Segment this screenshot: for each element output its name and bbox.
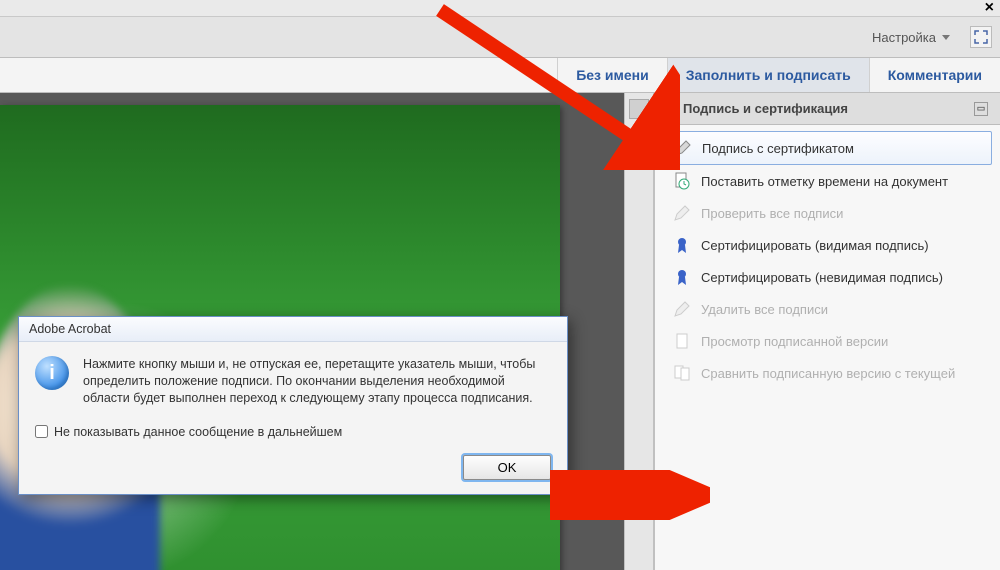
right-tools-panel: Подпись и сертификация ▭ Подпись с серти… bbox=[654, 93, 1000, 570]
delete-pen-icon bbox=[673, 300, 691, 318]
ribbon-visible-icon bbox=[673, 236, 691, 254]
panel-item-label: Сертифицировать (видимая подпись) bbox=[701, 238, 929, 253]
panel-list: Подпись с сертификатом Поставить отметку… bbox=[655, 125, 1000, 395]
tools-tabs: Без имени Заполнить и подписать Коммента… bbox=[0, 58, 1000, 93]
side-icon-strip bbox=[624, 93, 654, 570]
document-view-icon bbox=[673, 332, 691, 350]
panel-item-timestamp[interactable]: Поставить отметку времени на документ bbox=[663, 165, 992, 197]
panel-item-label: Подпись с сертификатом bbox=[702, 141, 854, 156]
caret-down-icon bbox=[942, 35, 950, 40]
strip-icon-1[interactable] bbox=[629, 99, 649, 119]
panel-item-label: Удалить все подписи bbox=[701, 302, 828, 317]
panel-item-compare-signed: Сравнить подписанную версию с текущей bbox=[663, 357, 992, 389]
dialog-message: Нажмите кнопку мыши и, не отпуская ее, п… bbox=[83, 356, 551, 407]
top-toolbar: Настройка bbox=[0, 17, 1000, 58]
panel-item-label: Просмотр подписанной версии bbox=[701, 334, 888, 349]
verify-pen-icon bbox=[673, 204, 691, 222]
tab-fill-and-sign[interactable]: Заполнить и подписать bbox=[667, 58, 869, 92]
pen-icon bbox=[674, 139, 692, 157]
tab-comments[interactable]: Комментарии bbox=[869, 58, 1000, 92]
tab-unnamed[interactable]: Без имени bbox=[557, 58, 667, 92]
panel-header[interactable]: Подпись и сертификация ▭ bbox=[655, 93, 1000, 125]
panel-item-certify-invisible[interactable]: Сертифицировать (невидимая подпись) bbox=[663, 261, 992, 293]
chevron-down-icon bbox=[667, 106, 677, 111]
dont-show-label: Не показывать данное сообщение в дальней… bbox=[54, 425, 342, 439]
info-icon: i bbox=[35, 356, 69, 390]
close-icon[interactable]: × bbox=[985, 0, 994, 17]
settings-dropdown[interactable]: Настройка bbox=[862, 26, 960, 49]
panel-item-label: Поставить отметку времени на документ bbox=[701, 174, 948, 189]
fullscreen-button[interactable] bbox=[970, 26, 992, 48]
document-compare-icon bbox=[673, 364, 691, 382]
dont-show-checkbox[interactable] bbox=[35, 425, 48, 438]
panel-expand-icon[interactable]: ▭ bbox=[974, 102, 988, 116]
panel-item-delete-signatures: Удалить все подписи bbox=[663, 293, 992, 325]
panel-item-verify-all: Проверить все подписи bbox=[663, 197, 992, 229]
panel-item-certify-visible[interactable]: Сертифицировать (видимая подпись) bbox=[663, 229, 992, 261]
dialog-title: Adobe Acrobat bbox=[19, 317, 567, 342]
panel-item-label: Сравнить подписанную версию с текущей bbox=[701, 366, 955, 381]
dialog-dont-show-again[interactable]: Не показывать данное сообщение в дальней… bbox=[19, 417, 567, 445]
ribbon-invisible-icon bbox=[673, 268, 691, 286]
settings-label: Настройка bbox=[872, 30, 936, 45]
panel-header-label: Подпись и сертификация bbox=[683, 101, 848, 116]
panel-item-label: Сертифицировать (невидимая подпись) bbox=[701, 270, 943, 285]
info-dialog: Adobe Acrobat i Нажмите кнопку мыши и, н… bbox=[18, 316, 568, 495]
panel-item-view-signed-version: Просмотр подписанной версии bbox=[663, 325, 992, 357]
clock-document-icon bbox=[673, 172, 691, 190]
panel-item-sign-with-certificate[interactable]: Подпись с сертификатом bbox=[663, 131, 992, 165]
ok-button[interactable]: OK bbox=[463, 455, 551, 480]
panel-item-label: Проверить все подписи bbox=[701, 206, 843, 221]
